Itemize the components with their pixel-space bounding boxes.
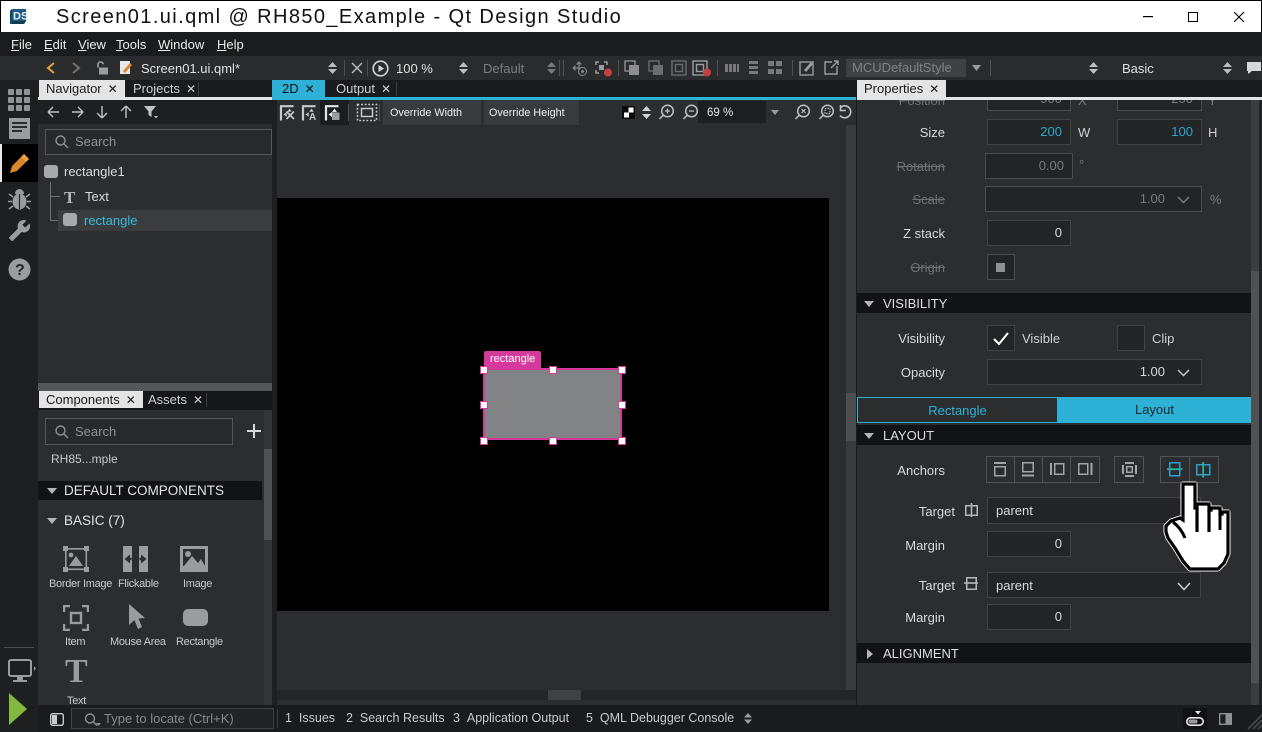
- svg-text:?: ?: [15, 262, 25, 279]
- svg-text:DS: DS: [13, 11, 28, 23]
- svg-text:A: A: [309, 112, 316, 121]
